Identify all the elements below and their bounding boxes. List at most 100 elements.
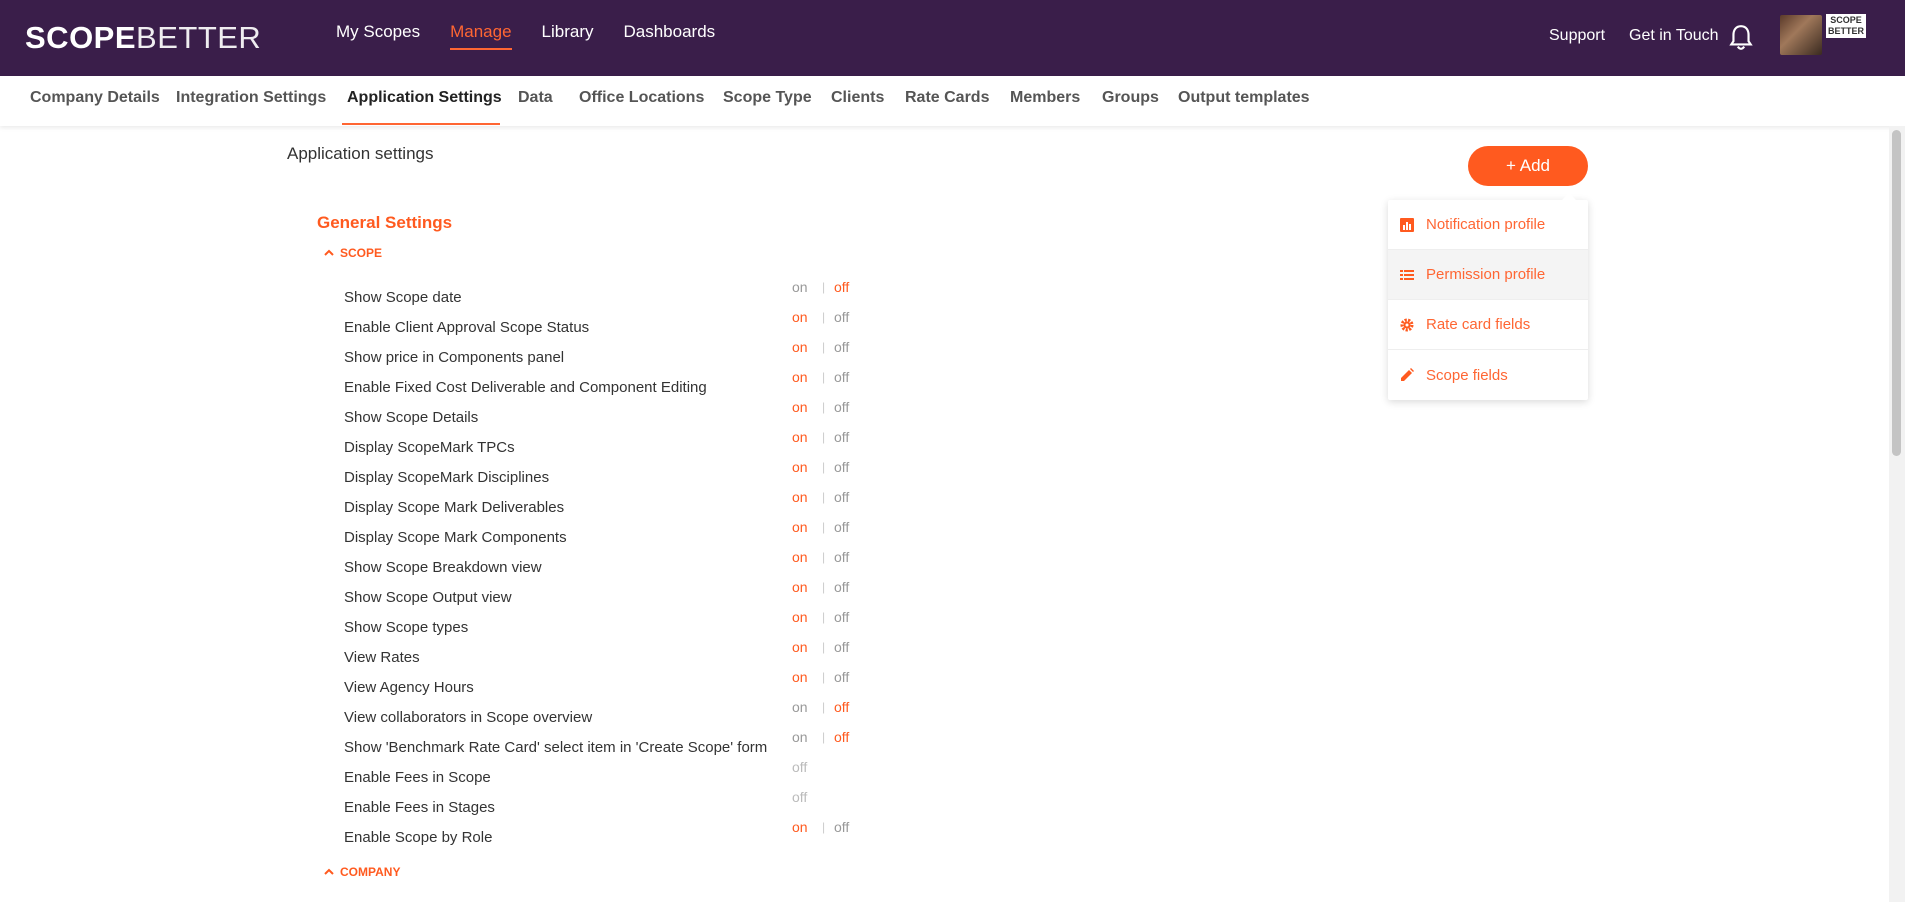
toggle-off-option[interactable]: off [834,699,849,715]
toggle-separator: | [822,310,826,324]
toggle-on-option[interactable]: on [792,819,808,835]
setting-row: Enable Fees in Scope off [344,759,864,792]
bell-icon[interactable] [1728,24,1754,52]
toggle-separator: | [822,820,826,834]
bar-chart-icon [1400,217,1414,232]
toggle-on-option[interactable]: on [792,729,808,745]
setting-row: View Rates on | off [344,639,864,672]
toggle-off-option[interactable]: off [834,279,849,295]
setting-row: Show Scope Details on | off [344,399,864,432]
group-header-scope[interactable]: SCOPE [324,246,382,260]
setting-row: Show Scope types on | off [344,609,864,642]
toggle-separator: | [822,700,826,714]
toggle-off-option[interactable]: off [834,489,849,505]
toggle-on-option[interactable]: on [792,609,808,625]
toggle-on-option[interactable]: on [792,699,808,715]
toggle-separator: | [822,520,826,534]
settings-tab-bar: Company Details Integration Settings App… [0,76,1905,126]
avatar[interactable] [1780,15,1822,55]
nav-dashboards[interactable]: Dashboards [624,22,716,50]
toggle-separator: | [822,460,826,474]
toggle-on-option[interactable]: on [792,489,808,505]
toggle-on-option[interactable]: on [792,309,808,325]
get-in-touch-link[interactable]: Get in Touch [1629,27,1719,45]
setting-row: View collaborators in Scope overview on | o… [344,699,864,732]
toggle-off-option[interactable]: off [834,429,849,445]
menu-item-notification-profile[interactable]: Notification profile [1388,200,1588,250]
toggle-on-option[interactable]: on [792,579,808,595]
toggle-off-option[interactable]: off [834,459,849,475]
tab-scope-type[interactable]: Scope Type [723,89,812,107]
toggle-off-option[interactable]: off [834,609,849,625]
setting-row: View Agency Hours on | off [344,669,864,702]
toggle-separator: | [822,340,826,354]
setting-row: Enable Scope by Role on | off [344,819,864,852]
toggle-on-option[interactable]: on [792,279,808,295]
setting-label: Enable Fees in Stages [344,799,495,816]
top-bar: SCOPE BETTER My Scopes Manage Library Das… [0,0,1905,76]
toggle-off-option[interactable]: off [834,639,849,655]
list-icon [1400,269,1414,280]
tab-rate-cards[interactable]: Rate Cards [905,89,989,107]
toggle-on-option[interactable]: on [792,339,808,355]
tab-clients[interactable]: Clients [831,89,884,107]
toggle-off-option[interactable]: off [834,369,849,385]
setting-label: Show Scope Breakdown view [344,559,542,576]
menu-item-permission-profile[interactable]: Permission profile [1388,250,1588,300]
setting-row: Enable Fees in Stages off [344,789,864,822]
page-title: Application settings [287,144,434,163]
setting-label: View collaborators in Scope overview [344,709,593,726]
toggle-off-option[interactable]: off [834,579,849,595]
setting-row: Show Scope date on | off [344,279,864,312]
tab-members[interactable]: Members [1010,89,1080,107]
toggle-on-option[interactable]: on [792,669,808,685]
setting-row: Show Scope Breakdown view on | off [344,549,864,582]
scrollbar-thumb[interactable] [1892,130,1901,456]
toggle-on-option[interactable]: on [792,429,808,445]
toggle-separator: | [822,400,826,414]
logo-part-2: BETTER [136,20,262,55]
toggle-on-option[interactable]: on [792,639,808,655]
tab-output-templates[interactable]: Output templates [1178,89,1310,107]
toggle-separator: | [822,610,826,624]
tab-data[interactable]: Data [518,89,553,107]
page-scrollbar[interactable] [1889,126,1905,902]
tab-application-settings[interactable]: Application Settings [347,89,502,107]
toggle-off-option[interactable]: off [834,519,849,535]
toggle-on-option[interactable]: on [792,459,808,475]
scopebetter-logo[interactable]: SCOPE BETTER [25,20,261,56]
toggle-separator: | [822,370,826,384]
setting-label: Enable Fixed Cost Deliverable and Compon… [344,379,707,396]
toggle-off-option[interactable]: off [834,399,849,415]
toggle-off-option[interactable]: off [834,819,849,835]
nav-my-scopes[interactable]: My Scopes [336,22,420,50]
setting-label: View Agency Hours [344,679,474,696]
add-button[interactable]: + Add [1468,146,1588,186]
toggle-off-option[interactable]: off [834,309,849,325]
menu-item-scope-fields[interactable]: Scope fields [1388,350,1588,400]
tab-office-locations[interactable]: Office Locations [579,89,704,107]
menu-item-rate-card-fields[interactable]: Rate card fields [1388,300,1588,350]
setting-row: Enable Fixed Cost Deliverable and Compon… [344,369,864,402]
toggle-on-option[interactable]: on [792,369,808,385]
off-label-disabled: off [792,759,808,775]
tab-groups[interactable]: Groups [1102,89,1159,107]
toggle-off-option[interactable]: off [834,669,849,685]
setting-label: Show Scope date [344,289,462,306]
toggle-on-option[interactable]: on [792,399,808,415]
toggle-off-option[interactable]: off [834,729,849,745]
toggle-on-option[interactable]: on [792,549,808,565]
nav-manage[interactable]: Manage [450,22,512,50]
setting-label: Show 'Benchmark Rate Card' select item i… [344,739,768,756]
toggle-separator: | [822,490,826,504]
toggle-off-option[interactable]: off [834,339,849,355]
support-link[interactable]: Support [1549,27,1605,45]
tab-company-details[interactable]: Company Details [30,89,160,107]
toggle-off-option[interactable]: off [834,549,849,565]
group-header-company[interactable]: COMPANY [324,865,400,879]
tab-integration-settings[interactable]: Integration Settings [176,89,326,107]
toggle-on-option[interactable]: on [792,519,808,535]
nav-library[interactable]: Library [542,22,594,50]
setting-label: Enable Fees in Scope [344,769,491,786]
pencil-icon [1401,368,1414,381]
